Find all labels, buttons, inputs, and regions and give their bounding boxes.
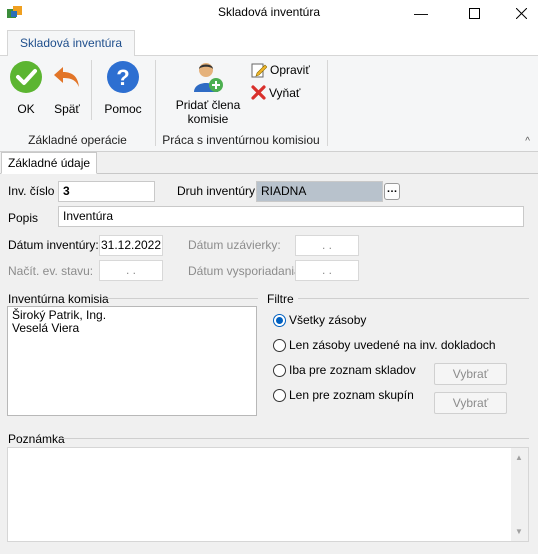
radio-icon — [273, 363, 286, 377]
notes-field[interactable]: ▲ ▼ — [7, 447, 529, 542]
add-member-label-1: Pridať člena — [175, 98, 241, 112]
close-date-field: . . — [295, 235, 359, 256]
close-date-label: Dátum uzávierky: — [188, 238, 281, 252]
notes-label: Poznámka — [8, 432, 65, 446]
add-user-icon — [194, 63, 223, 92]
divider — [102, 298, 258, 299]
remove-label: Vyňať — [269, 85, 301, 100]
ok-label: OK — [17, 102, 35, 116]
back-arrow-icon — [54, 67, 79, 87]
commission-list[interactable]: Široký Patrik, Ing. Veselá Viera — [7, 306, 257, 416]
inv-no-field[interactable]: 3 — [58, 181, 155, 202]
add-member-label-2: komisie — [187, 112, 229, 126]
settle-date-label: Dátum vysporiadania: — [188, 264, 305, 278]
back-button[interactable]: Späť — [50, 60, 84, 116]
list-item[interactable]: Veselá Viera — [12, 322, 252, 335]
select-warehouses-button[interactable]: Vybrať — [434, 363, 507, 385]
radio-selected-icon — [273, 313, 286, 327]
filters-label: Filtre — [267, 292, 294, 306]
divider — [298, 298, 529, 299]
help-label: Pomoc — [104, 102, 142, 116]
form-tabstrip: Základné údaje — [0, 152, 538, 174]
select-groups-button[interactable]: Vybrať — [434, 392, 507, 414]
filter-label: Len zásoby uvedené na inv. dokladoch — [289, 338, 496, 352]
inv-date-label: Dátum inventúry: — [8, 238, 99, 252]
delete-x-icon — [251, 85, 266, 100]
back-label: Späť — [54, 102, 80, 116]
radio-icon — [273, 388, 286, 402]
filter-label: Všetky zásoby — [289, 313, 367, 327]
check-icon — [10, 61, 42, 93]
type-field[interactable]: RIADNA — [256, 181, 383, 202]
filter-label: Len pre zoznam skupín — [289, 388, 414, 402]
inv-date-field[interactable]: 31.12.2022 — [99, 235, 163, 256]
type-select-button[interactable]: … — [384, 183, 400, 200]
edit-label: Opraviť — [270, 63, 310, 77]
filter-label: Iba pre zoznam skladov — [289, 363, 416, 377]
load-state-label: Načít. ev. stavu: — [8, 264, 94, 278]
minimize-icon[interactable]: — — [398, 0, 444, 26]
edit-button[interactable]: Opraviť — [251, 62, 310, 78]
collapse-ribbon-icon[interactable]: ^ — [525, 136, 530, 147]
scroll-down-icon[interactable]: ▼ — [515, 527, 523, 536]
separator — [91, 60, 92, 120]
close-icon[interactable] — [498, 0, 538, 26]
help-button[interactable]: ? Pomoc — [102, 60, 144, 116]
filter-radio-documents[interactable]: Len zásoby uvedené na inv. dokladoch — [273, 338, 496, 352]
scroll-up-icon[interactable]: ▲ — [515, 453, 523, 462]
help-icon: ? — [107, 61, 139, 93]
maximize-icon[interactable] — [451, 0, 497, 26]
remove-button[interactable]: Vyňať — [251, 85, 300, 100]
load-state-field: . . — [99, 260, 163, 281]
ok-button[interactable]: OK — [7, 60, 45, 116]
ribbon-tabstrip: Skladová inventúra — [0, 26, 538, 57]
add-member-button[interactable]: Pridať člena komisie — [171, 60, 245, 126]
group-label-basic: Základné operácie — [28, 133, 127, 147]
ribbon: OK Späť ? Pomoc Základné operácie Pridať… — [0, 56, 538, 152]
radio-icon — [273, 338, 286, 352]
group-label-commission: Práca s inventúrnou komisiou — [162, 133, 320, 147]
tab-zakladne-udaje[interactable]: Základné údaje — [1, 152, 98, 174]
notes-scrollbar[interactable]: ▲ ▼ — [511, 448, 528, 541]
edit-icon — [251, 63, 267, 78]
type-label: Druh inventúry — [177, 184, 256, 198]
desc-label: Popis — [8, 211, 39, 225]
commission-label: Inventúrna komisia — [8, 292, 109, 306]
divider — [60, 438, 529, 439]
svg-text:?: ? — [116, 65, 129, 90]
filter-radio-all[interactable]: Všetky zásoby — [273, 313, 366, 327]
settle-date-field: . . — [295, 260, 359, 281]
filter-radio-warehouses[interactable]: Iba pre zoznam skladov — [273, 363, 416, 377]
separator — [327, 60, 328, 146]
title-bar: Skladová inventúra — — [0, 0, 538, 26]
tab-skladova-inventura[interactable]: Skladová inventúra — [7, 30, 136, 57]
desc-field[interactable]: Inventúra — [58, 206, 524, 227]
filter-radio-groups[interactable]: Len pre zoznam skupín — [273, 388, 414, 402]
inv-no-label: Inv. číslo — [8, 184, 55, 198]
